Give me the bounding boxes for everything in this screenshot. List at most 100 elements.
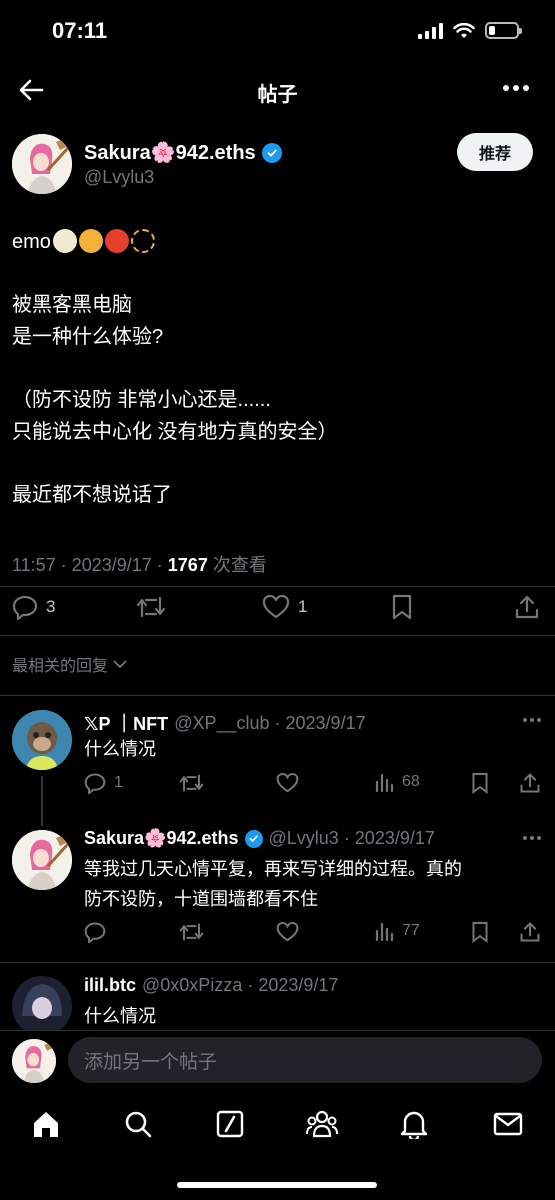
- bookmark-button[interactable]: [391, 594, 413, 620]
- heart-icon: [276, 772, 299, 793]
- reply-text: 什么情况: [84, 739, 156, 759]
- chevron-down-icon: [113, 660, 127, 669]
- status-icons: [418, 22, 522, 39]
- reply-icon: [84, 922, 106, 943]
- reply-more-button[interactable]: [523, 718, 541, 722]
- post-meta: 11:57 · 2023/9/17 · 1767 次查看: [12, 555, 267, 575]
- home-icon: [34, 1112, 58, 1137]
- post-paragraph-2: （防不设防 非常小心还是...... 只能说去中心化 没有地方真的安全）: [12, 389, 338, 443]
- bottom-tab-bar: [0, 1092, 555, 1200]
- mail-icon: [493, 1112, 523, 1136]
- reply-author-handle: @Lvylu3 · 2023/9/17: [268, 828, 435, 848]
- ghost-face-emoji-icon: [52, 229, 77, 253]
- compose-input[interactable]: 添加另一个帖子: [68, 1037, 542, 1083]
- tab-grok[interactable]: [212, 1106, 248, 1142]
- reply-header[interactable]: ilil.btc @0x0xPizza · 2023/9/17: [84, 975, 338, 996]
- slash-box-icon: [216, 1110, 244, 1138]
- avatar-image: [12, 1039, 56, 1083]
- reply-author-handle: @0x0xPizza · 2023/9/17: [142, 975, 339, 995]
- share-button[interactable]: [519, 921, 541, 943]
- bell-icon: [400, 1111, 428, 1139]
- avatar-image: [12, 830, 72, 890]
- repost-icon: [179, 923, 204, 941]
- top-nav: 帖子: [0, 60, 555, 120]
- reply-more-button[interactable]: [523, 836, 541, 840]
- views-button[interactable]: 68: [374, 772, 420, 792]
- heart-icon: [276, 921, 299, 942]
- repost-button[interactable]: [179, 921, 204, 943]
- verified-badge-icon: [261, 142, 282, 163]
- tab-notifications[interactable]: [396, 1106, 432, 1142]
- reply-header[interactable]: Sakura🌸942.eths @Lvylu3 · 2023/9/17: [84, 828, 435, 849]
- author-name-text: Sakura🌸942.eths: [84, 142, 256, 164]
- reply-avatar[interactable]: [12, 976, 72, 1036]
- tab-search[interactable]: [120, 1106, 156, 1142]
- reply-button[interactable]: 1: [84, 772, 123, 794]
- page-title: 帖子: [257, 84, 298, 106]
- post-line-emo: emo: [12, 226, 532, 258]
- bar-chart-icon: [375, 773, 394, 792]
- tab-home[interactable]: [28, 1106, 64, 1142]
- search-icon: [125, 1111, 152, 1138]
- tab-communities[interactable]: [304, 1106, 340, 1142]
- repost-icon: [136, 596, 166, 618]
- reply-button[interactable]: 3: [12, 594, 55, 620]
- reply-author-handle: @XP__club · 2023/9/17: [174, 712, 366, 733]
- exploding-head-emoji-icon: [78, 229, 103, 253]
- reply-actions: 77: [0, 921, 555, 951]
- reply-author-name: Sakura🌸942.eths: [84, 828, 239, 848]
- anime-avatar-image: [12, 976, 72, 1036]
- share-icon: [515, 595, 539, 619]
- author-handle[interactable]: @Lvylu3: [84, 167, 154, 188]
- reply-icon: [12, 595, 38, 620]
- repost-button[interactable]: [136, 594, 166, 620]
- reply-actions: 1 68: [0, 772, 555, 802]
- post-paragraph-1: 被黑客黑电脑 是一种什么体验?: [12, 294, 164, 348]
- battery-icon: [485, 22, 522, 39]
- dotted-face-emoji-icon: [130, 229, 155, 253]
- like-button[interactable]: 1: [262, 594, 307, 620]
- repost-icon: [179, 774, 204, 792]
- people-icon: [306, 1110, 338, 1138]
- reply-button[interactable]: [84, 921, 106, 943]
- views-button[interactable]: 77: [374, 921, 420, 941]
- repost-button[interactable]: [179, 772, 204, 794]
- bookmark-icon: [472, 773, 488, 794]
- wifi-icon: [453, 22, 475, 38]
- like-button[interactable]: [276, 772, 299, 794]
- bookmark-button[interactable]: [471, 921, 489, 943]
- reply-text: 等我过几天心情平复，再来写详细的过程。真的 防不设防，十道围墙都看不住: [84, 859, 462, 909]
- reply-avatar[interactable]: [12, 830, 72, 890]
- verified-badge-icon: [244, 829, 263, 848]
- divider: [0, 586, 555, 587]
- divider: [0, 962, 555, 963]
- bookmark-button[interactable]: [471, 772, 489, 794]
- post-body: emo 被黑客黑电脑 是一种什么体验? （防不设防 非常小心还是...... 只…: [12, 226, 532, 542]
- like-button[interactable]: [276, 921, 299, 943]
- my-avatar[interactable]: [12, 1039, 56, 1083]
- reply-avatar[interactable]: [12, 710, 72, 770]
- bookmark-icon: [392, 594, 412, 620]
- author-avatar[interactable]: [12, 134, 72, 194]
- divider: [0, 695, 555, 696]
- share-button[interactable]: [519, 772, 541, 794]
- author-name[interactable]: Sakura🌸942.eths: [84, 140, 282, 165]
- follow-button[interactable]: 推荐: [457, 133, 533, 171]
- tab-messages[interactable]: [490, 1106, 526, 1142]
- more-options-button[interactable]: [503, 85, 529, 91]
- status-bar: 07:11: [0, 0, 555, 60]
- reply-header[interactable]: 𝕏P ｜NFT @XP__club · 2023/9/17: [84, 710, 366, 736]
- avatar-image: [12, 134, 72, 194]
- reply-author-name: ilil.btc: [84, 975, 137, 995]
- share-button[interactable]: [514, 594, 540, 620]
- post-paragraph-3: 最近都不想说话了: [12, 484, 172, 506]
- ape-avatar-image: [12, 710, 72, 770]
- bar-chart-icon: [375, 922, 394, 941]
- cellular-signal-icon: [418, 22, 443, 39]
- reply-text: 什么情况: [84, 1006, 156, 1026]
- home-indicator: [177, 1182, 377, 1188]
- reply-author-name: 𝕏P ｜NFT: [84, 714, 169, 734]
- reply-sort-dropdown[interactable]: 最相关的回复: [12, 652, 128, 676]
- swearing-face-emoji-icon: [104, 229, 129, 253]
- compose-bar: 添加另一个帖子: [0, 1030, 555, 1092]
